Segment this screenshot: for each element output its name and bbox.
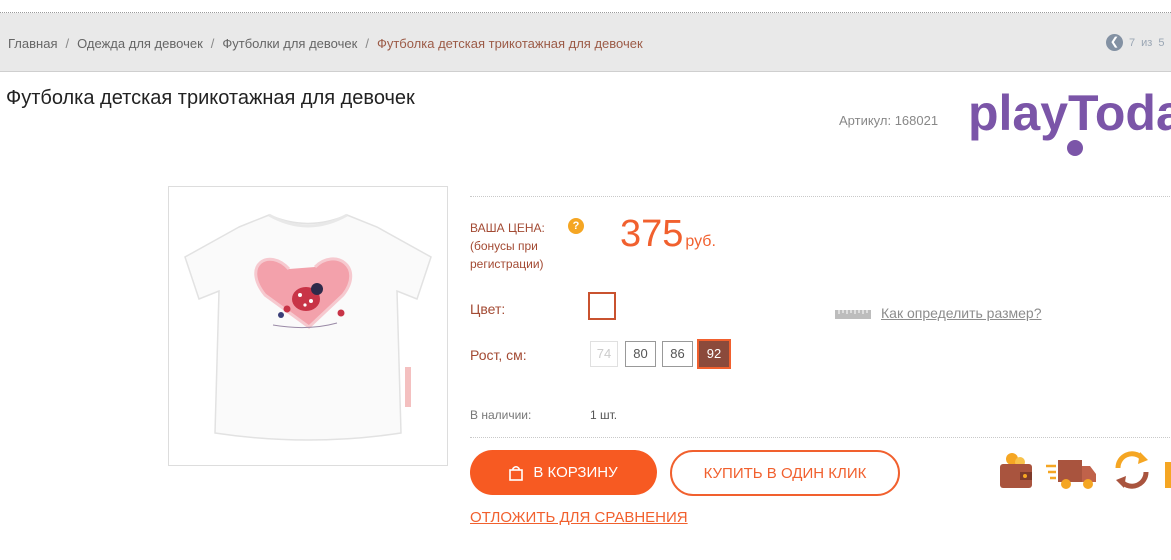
wallet-icon <box>1000 453 1032 488</box>
breadcrumb-girls-clothing[interactable]: Одежда для девочек <box>77 36 203 51</box>
size-option-92[interactable]: 92 <box>697 339 731 369</box>
breadcrumb-bar: Главная / Одежда для девочек / Футболки для … <box>0 13 1171 72</box>
price-currency: руб. <box>685 233 716 250</box>
brand-logo-text: playToday <box>968 85 1171 141</box>
add-to-cart-label: В КОРЗИНУ <box>533 464 618 481</box>
price-label-line: ВАША ЦЕНА: <box>470 221 545 235</box>
color-label: Цвет: <box>470 301 506 317</box>
height-label: Рост, см: <box>470 347 527 363</box>
divider <box>470 196 1170 197</box>
breadcrumb-home[interactable]: Главная <box>8 36 57 51</box>
size-guide-link[interactable]: Как определить размер? <box>881 305 1041 321</box>
brand-logo[interactable]: playToday <box>968 82 1171 162</box>
product-pager: ❮ 7 из 5 <box>1106 34 1170 51</box>
brand-logo-dot <box>1067 140 1083 156</box>
color-swatch[interactable] <box>588 292 616 320</box>
tshirt-image <box>184 213 432 441</box>
size-option-86[interactable]: 86 <box>662 341 693 367</box>
page-title: Футболка детская трикотажная для девочек <box>6 87 415 109</box>
gift-icon <box>1165 462 1171 488</box>
price-value: 375 руб. <box>620 213 716 256</box>
pager-total: 5 <box>1158 36 1165 49</box>
breadcrumb-separator: / <box>210 36 215 51</box>
price-label-line: (бонусы при <box>470 239 538 253</box>
breadcrumb-girls-tshirts[interactable]: Футболки для девочек <box>222 36 357 51</box>
buy-one-click-button[interactable]: КУПИТЬ В ОДИН КЛИК <box>670 450 900 496</box>
price-label: ВАША ЦЕНА: (бонусы при регистрации) <box>470 219 545 273</box>
product-photo[interactable] <box>168 186 448 466</box>
compare-link[interactable]: ОТЛОЖИТЬ ДЛЯ СРАВНЕНИЯ <box>470 509 688 526</box>
breadcrumb-separator: / <box>365 36 369 51</box>
stock-value: 1 шт. <box>590 408 618 422</box>
pager-current: 7 <box>1129 36 1136 49</box>
price-amount: 375 <box>620 213 684 255</box>
stock-label: В наличии: <box>470 408 532 422</box>
delivery-truck-icon <box>1046 460 1096 489</box>
price-label-line: регистрации) <box>470 257 544 271</box>
breadcrumb-current: Футболка детская трикотажная для девочек <box>376 36 643 51</box>
breadcrumb-separator: / <box>65 36 70 51</box>
prev-product-icon[interactable]: ❮ <box>1106 34 1123 51</box>
add-to-cart-button[interactable]: В КОРЗИНУ <box>470 450 657 495</box>
divider <box>470 437 1170 438</box>
shopping-bag-icon <box>509 465 524 481</box>
size-option-80[interactable]: 80 <box>625 341 656 367</box>
article-number: Артикул: 168021 <box>839 113 939 128</box>
exchange-icon <box>1115 451 1149 489</box>
breadcrumb: Главная / Одежда для девочек / Футболки для … <box>8 36 643 51</box>
price-help-icon[interactable]: ? <box>568 218 584 234</box>
ruler-icon <box>835 310 871 319</box>
size-option-74: 74 <box>590 341 618 367</box>
pager-of: из <box>1141 36 1153 49</box>
